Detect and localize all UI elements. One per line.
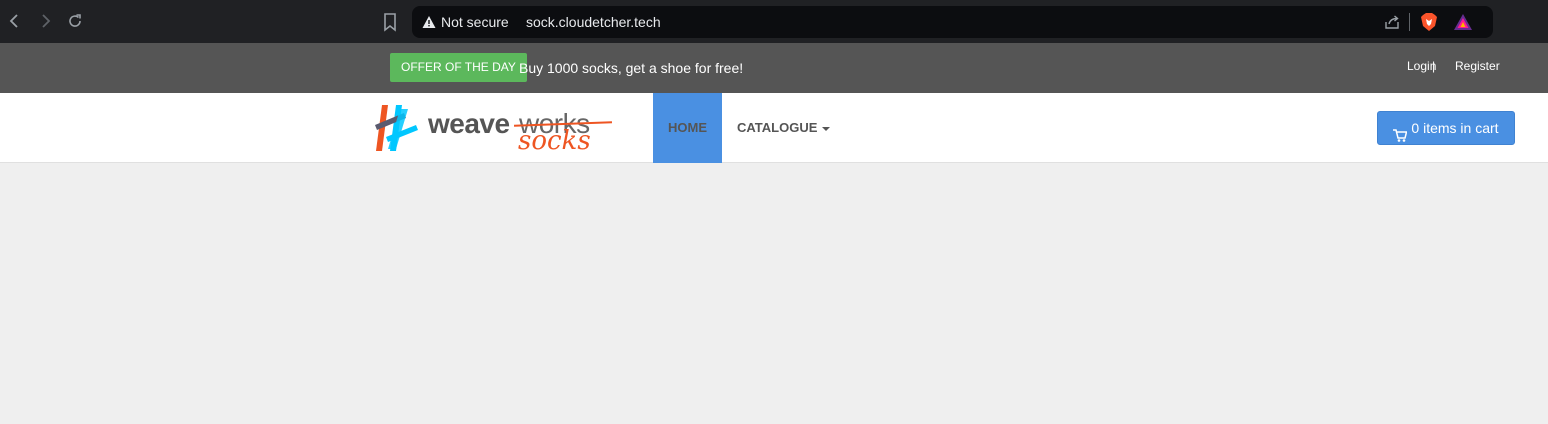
nav-catalogue[interactable]: CATALOGUE: [737, 93, 831, 163]
back-icon[interactable]: [5, 11, 25, 31]
share-icon[interactable]: [1384, 14, 1400, 30]
forward-icon[interactable]: [35, 11, 55, 31]
url-text[interactable]: sock.cloudetcher.tech: [526, 13, 661, 31]
shopping-cart-icon: [1393, 121, 1408, 143]
link-separator: |: [1432, 59, 1436, 73]
logo-socks-text: socks: [518, 126, 591, 156]
offer-of-the-day-badge[interactable]: OFFER OF THE DAY: [390, 53, 527, 82]
reload-icon[interactable]: [65, 11, 85, 31]
bookmark-icon[interactable]: [381, 12, 399, 32]
nav-catalogue-label: CATALOGUE: [737, 120, 818, 135]
page-content-area: [0, 164, 1548, 424]
offer-text: Buy 1000 socks, get a shoe for free!: [519, 60, 744, 76]
cart-button[interactable]: 0 items in cart: [1377, 111, 1515, 145]
address-bar-divider: [1409, 13, 1410, 31]
brave-rewards-icon[interactable]: [1453, 13, 1473, 31]
cart-label: 0 items in cart: [1411, 120, 1499, 136]
address-bar[interactable]: Not secure sock.cloudetcher.tech: [412, 6, 1493, 38]
nav-home[interactable]: HOME: [653, 93, 722, 163]
weaveworks-logo-mark-icon: [374, 103, 424, 153]
logo-weave-text: weave: [428, 108, 510, 139]
top-offer-bar: OFFER OF THE DAY Buy 1000 socks, get a s…: [0, 43, 1548, 93]
caret-down-icon: [822, 126, 831, 131]
security-label[interactable]: Not secure: [441, 13, 509, 31]
brave-shield-icon[interactable]: [1420, 12, 1438, 32]
weaveworks-socks-logo[interactable]: weave works socks: [374, 101, 614, 157]
main-navbar: weave works socks HOME CATALOGUE 0 items…: [0, 93, 1548, 163]
warning-icon[interactable]: [422, 15, 436, 29]
browser-toolbar: Not secure sock.cloudetcher.tech: [0, 0, 1548, 43]
register-link[interactable]: Register: [1455, 58, 1500, 74]
